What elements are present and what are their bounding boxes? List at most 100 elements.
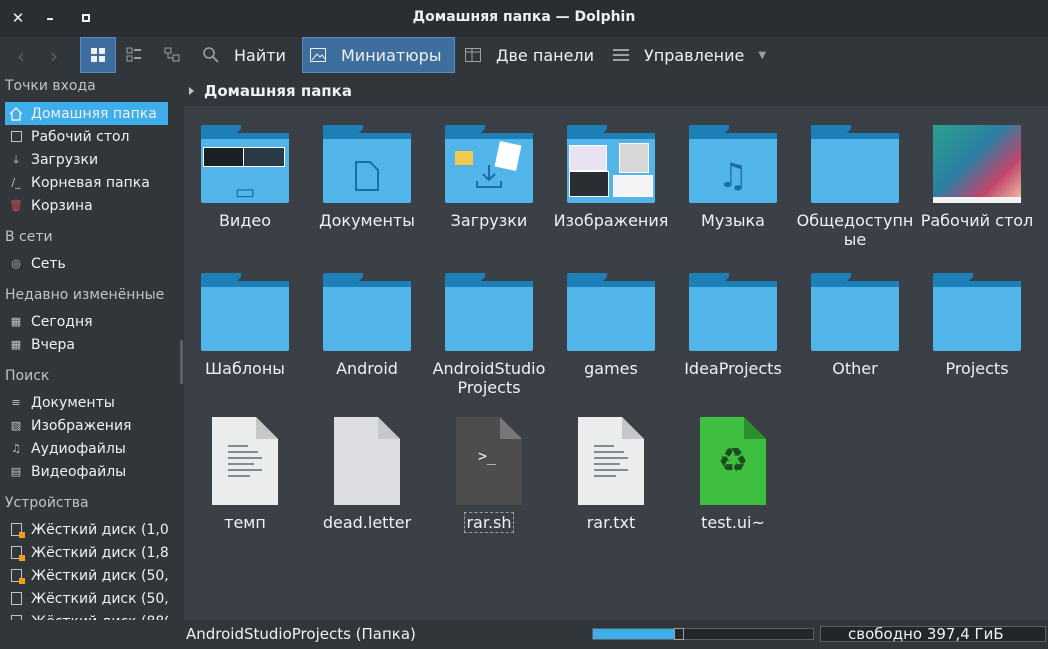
home-icon [9, 106, 23, 121]
folder-icon [811, 273, 899, 351]
folder-item-music[interactable]: ♫ Музыка [672, 125, 794, 230]
sidebar-item-label: Документы [31, 394, 115, 411]
search-section-title: Поиск [5, 368, 50, 384]
sidebar-splitter-handle[interactable] [180, 340, 183, 384]
downloads-folder-icon [445, 125, 533, 203]
sidebar-item-desktop[interactable]: Рабочий стол [5, 125, 168, 148]
details-view-button[interactable] [154, 37, 190, 73]
folder-item-androidstudioprojects[interactable]: AndroidStudioProjects [428, 273, 550, 397]
sidebar-item-label: Жёсткий диск (50,0 ГиБ) [31, 567, 168, 584]
folder-icon [323, 273, 411, 351]
harddisk-icon [9, 592, 23, 606]
item-label: Android [336, 359, 398, 378]
folder-item-documents[interactable]: Документы [306, 125, 428, 230]
sidebar-item-trash[interactable]: 🗑︎ Корзина [5, 194, 168, 217]
folder-item-desktop[interactable]: Рабочий стол [916, 125, 1038, 230]
folder-icon [689, 273, 777, 351]
folder-icon [933, 273, 1021, 351]
sidebar-item-search-video[interactable]: ▤ Видеофайлы [5, 460, 168, 483]
folder-item-ideaprojects[interactable]: IdeaProjects [672, 273, 794, 378]
video-folder-icon: ▭ [201, 125, 289, 205]
sidebar-item-label: Аудиофайлы [31, 440, 126, 457]
calendar-icon: ▦ [10, 338, 22, 351]
sidebar-item-device[interactable]: Жёсткий диск (50,0 ГиБ) [5, 564, 168, 587]
folder-item-templates[interactable]: Шаблоны [184, 273, 306, 378]
folder-icon [567, 273, 655, 351]
back-button[interactable]: ‹ [9, 44, 33, 68]
folder-item-video[interactable]: ▭ Видео [184, 125, 306, 230]
item-label: games [584, 359, 638, 378]
free-space-label: свободно 397,4 ГиБ [848, 625, 1004, 643]
folder-icon [445, 273, 533, 351]
sidebar-item-label: Сегодня [31, 313, 93, 330]
public-folder-icon [811, 125, 899, 203]
preview-toggle-button[interactable]: Миниатюры [302, 37, 455, 73]
zoom-slider[interactable] [592, 628, 814, 640]
compact-view-button[interactable] [116, 37, 152, 73]
control-menu-button[interactable]: Управление ▼ [606, 37, 776, 73]
item-label: Документы [319, 211, 415, 230]
item-label: Музыка [701, 211, 765, 230]
folder-item-projects[interactable]: Projects [916, 273, 1038, 378]
forward-button[interactable]: › [42, 44, 66, 68]
backup-file-icon: ♻ [700, 417, 766, 505]
folder-item-public[interactable]: Общедоступные [794, 125, 916, 249]
image-preview-icon [310, 48, 326, 62]
places-sidebar: Точки входа Домашняя папка Рабочий стол … [0, 75, 180, 649]
find-button[interactable]: Найти [196, 37, 296, 73]
item-label: темп [224, 513, 266, 532]
search-icon [203, 47, 219, 63]
sidebar-item-label: Корневая папка [31, 174, 150, 191]
file-item-test-ui-backup[interactable]: ♻ test.ui~ [672, 417, 794, 532]
file-item-temp[interactable]: темп [184, 417, 306, 532]
zoom-slider-fill [593, 629, 674, 639]
file-item-rar-sh[interactable]: >_ rar.sh [428, 417, 550, 533]
sidebar-item-label: Домашняя папка [31, 105, 157, 122]
sidebar-item-network[interactable]: ◎ Сеть [5, 252, 168, 275]
breadcrumb[interactable]: Домашняя папка [184, 75, 1048, 106]
file-item-rar-txt[interactable]: rar.txt [550, 417, 672, 532]
zoom-slider-handle[interactable] [674, 628, 684, 640]
sidebar-item-device[interactable]: Жёсткий диск (50,0 ГиБ) [5, 587, 168, 610]
sidebar-item-search-images[interactable]: ▧ Изображения [5, 414, 168, 437]
folder-item-other[interactable]: Other [794, 273, 916, 378]
sidebar-item-root[interactable]: ∕_ Корневая папка [5, 171, 168, 194]
network-section-title: В сети [5, 229, 53, 245]
sidebar-item-search-audio[interactable]: ♫ Аудиофайлы [5, 437, 168, 460]
breadcrumb-current-folder[interactable]: Домашняя папка [204, 82, 352, 100]
folder-item-games[interactable]: games [550, 273, 672, 378]
breadcrumb-arrow-icon [189, 86, 194, 95]
sidebar-item-home[interactable]: Домашняя папка [5, 102, 168, 125]
item-label: Шаблоны [205, 359, 285, 378]
item-label: rar.sh [464, 512, 514, 533]
compact-view-icon [126, 47, 141, 62]
folder-icon [201, 273, 289, 351]
file-item-dead-letter[interactable]: dead.letter [306, 417, 428, 532]
sidebar-item-device[interactable]: Жёсткий диск (1,8 ТиБ) [5, 541, 168, 564]
sidebar-item-label: Жёсткий диск (1,0 ГиБ) [31, 521, 168, 538]
folder-item-android[interactable]: Android [306, 273, 428, 378]
icons-view-icon [91, 48, 105, 62]
sidebar-item-downloads[interactable]: ⤓ Загрузки [5, 148, 168, 171]
sidebar-item-yesterday[interactable]: ▦ Вчера [5, 333, 168, 356]
toolbar: ‹ › Найти Миниатюры Две панели Управлени… [0, 37, 1048, 75]
control-menu-label: Управление [644, 45, 745, 65]
blank-file-icon [334, 417, 400, 505]
folder-item-images[interactable]: Изображения [550, 125, 672, 230]
item-label: Общедоступные [796, 211, 914, 249]
sidebar-item-search-documents[interactable]: ≡ Документы [5, 391, 168, 414]
audio-icon: ♫ [11, 442, 21, 455]
item-label: rar.txt [586, 513, 636, 532]
folder-item-downloads[interactable]: Загрузки [428, 125, 550, 230]
sidebar-item-today[interactable]: ▦ Сегодня [5, 310, 168, 333]
trash-icon: 🗑︎ [9, 199, 23, 212]
split-view-button[interactable]: Две панели [458, 37, 598, 73]
icons-view-button[interactable] [80, 37, 116, 73]
sidebar-item-label: Рабочий стол [31, 128, 130, 145]
sidebar-item-device[interactable]: Жёсткий диск (1,0 ГиБ) [5, 518, 168, 541]
harddisk-icon [9, 546, 25, 561]
text-file-icon [578, 417, 644, 505]
sidebar-item-label: Изображения [31, 417, 132, 434]
file-view: Домашняя папка ▭ Видео Документы Загрузк… [184, 75, 1048, 620]
music-folder-icon: ♫ [689, 125, 777, 203]
